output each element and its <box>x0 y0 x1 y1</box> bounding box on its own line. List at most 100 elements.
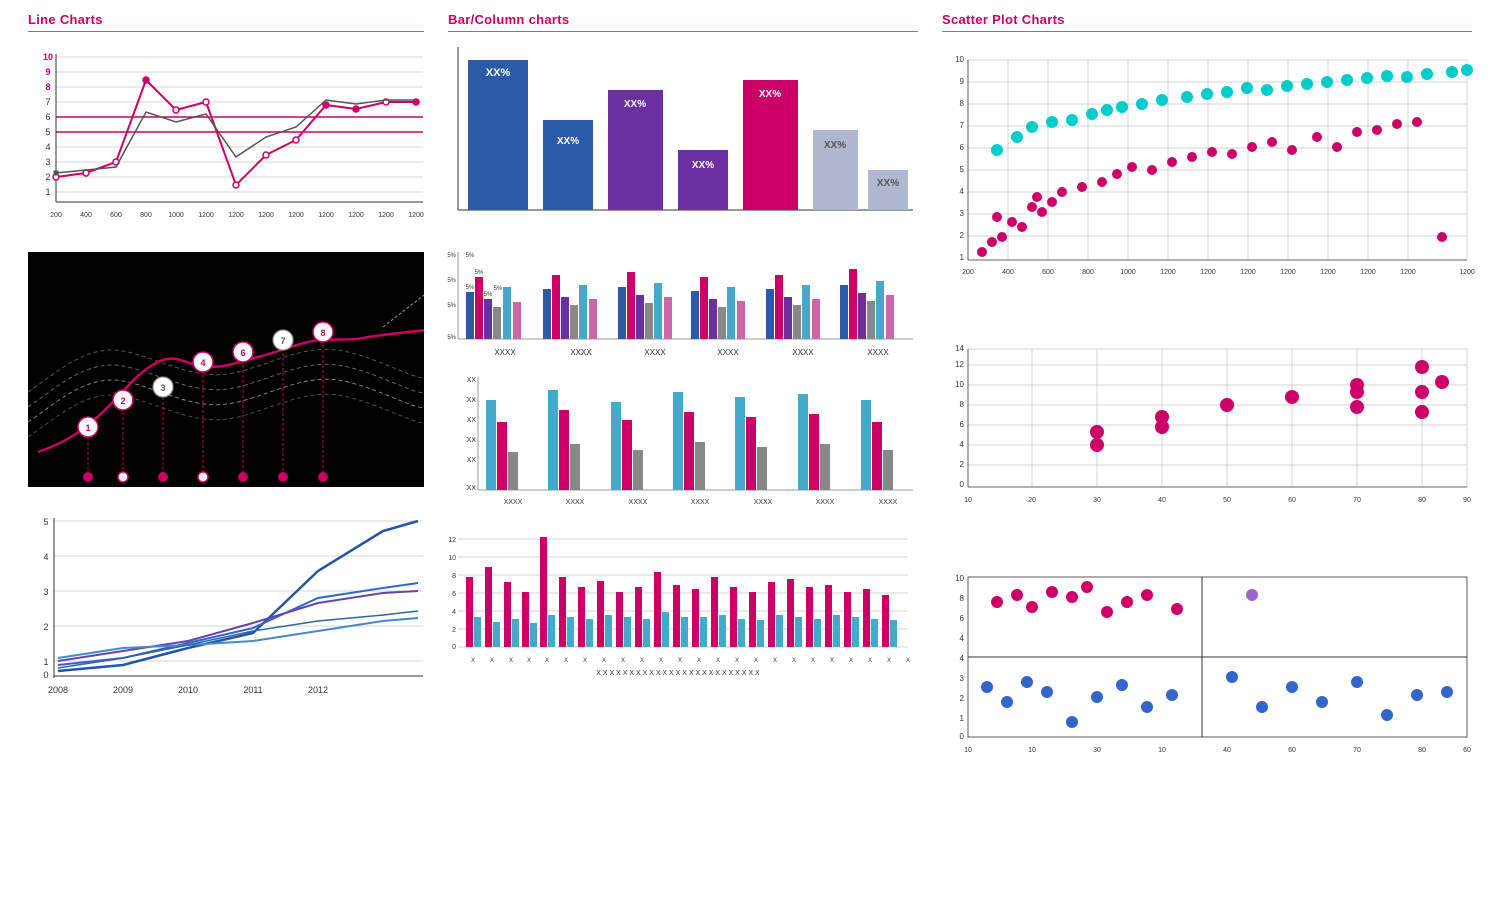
bc4-x2: X <box>490 658 494 664</box>
sp3-pink-9 <box>1141 589 1153 601</box>
sp1-cyan-25 <box>1461 64 1473 76</box>
sp1-cyan-9 <box>1136 98 1148 110</box>
sp2-dot-2 <box>1090 425 1104 439</box>
sp1-pink-12 <box>1077 182 1087 192</box>
sp1-cyan-12 <box>1201 88 1213 100</box>
sp2-x6: 70 <box>1353 497 1361 504</box>
bc4-bar15 <box>597 581 604 647</box>
line-chart-1: 10 9 8 7 6 5 4 3 2 1 <box>28 42 424 242</box>
sp3-x70: 70 <box>1353 747 1361 754</box>
bc2-g6-b5 <box>876 281 884 339</box>
bc4-x18: X <box>792 658 796 664</box>
bc2-g3-b5 <box>654 283 662 339</box>
sp1-x10: 1200 <box>1360 269 1376 276</box>
y-label-6: 6 <box>45 112 50 122</box>
sp1-y7: 7 <box>960 121 965 130</box>
x-label-200: 200 <box>50 212 62 219</box>
sp1-pink-21 <box>1247 142 1257 152</box>
y-label-5: 5 <box>45 127 50 137</box>
x-label-1200e: 1200 <box>318 212 334 219</box>
sp1-cyan-4 <box>1046 116 1058 128</box>
sp2-y8: 8 <box>960 400 965 409</box>
bc4-y2: 2 <box>452 627 456 634</box>
bc2-g1-pct5: 5% <box>466 285 475 291</box>
bc3-g6-b1 <box>798 394 808 490</box>
bar-chart-1: XX% XX% XX% XX% XX% XX% XX% <box>448 42 918 237</box>
sp3-blue-5 <box>1066 716 1078 728</box>
scatter-3-svg: 10 8 6 4 4 3 2 1 0 10 10 30 10 40 60 70 … <box>942 567 1472 767</box>
bc3-y3: XX <box>467 417 477 424</box>
x3-2011: 2011 <box>243 685 262 695</box>
bc2-g5-b2 <box>775 275 783 339</box>
x-label-1000: 1000 <box>168 212 184 219</box>
bc3-g2-b2 <box>559 410 569 490</box>
sp1-pink-19 <box>1207 147 1217 157</box>
sp1-pink-1 <box>977 247 987 257</box>
sp1-pink-6 <box>992 212 1002 222</box>
bc3-g1-b3 <box>508 452 518 490</box>
bar-3-label: XX% <box>624 99 646 110</box>
bc4-bar26 <box>700 617 707 647</box>
bc2-g5-b5 <box>802 285 810 339</box>
sp1-pink-7 <box>1027 202 1037 212</box>
line-charts-title: Line Charts <box>28 12 424 27</box>
sp2-x2: 30 <box>1093 497 1101 504</box>
bc4-bar25 <box>692 589 699 647</box>
bar-2 <box>543 120 593 210</box>
trailing-line <box>383 292 424 327</box>
bc4-bar1 <box>466 577 473 647</box>
sp1-x0: 200 <box>962 269 974 276</box>
bc4-x16: X <box>754 658 758 664</box>
sp3-blue-9 <box>1166 689 1178 701</box>
sp1-cyan-2 <box>1011 131 1023 143</box>
bc2-g3-b1 <box>618 287 626 339</box>
sp1-pink-10 <box>1032 192 1042 202</box>
sp1-cyan-6 <box>1086 108 1098 120</box>
bc2-g6-b1 <box>840 285 848 339</box>
bar-5-label: XX% <box>759 89 781 100</box>
sp1-x6: 1200 <box>1200 269 1216 276</box>
sp3-y4-mid: 4 <box>960 654 965 663</box>
bar-1 <box>468 60 528 210</box>
sp1-cyan-1 <box>991 144 1003 156</box>
sp3-pink-2 <box>1011 589 1023 601</box>
bc2-g5-b4 <box>793 305 801 339</box>
sp3-blue-4 <box>1041 686 1053 698</box>
bc4-bar31 <box>749 592 756 647</box>
bc4-x15: X <box>735 658 739 664</box>
sp3-y2: 2 <box>960 694 965 703</box>
circle-num-7: 8 <box>320 328 325 338</box>
bc4-bar9 <box>540 537 547 647</box>
sp3-y3: 3 <box>960 674 965 683</box>
bar-chart-2-svg: XXXX XXXX XXXX XXXX XXXX XXXX 5% 5% 5% 5… <box>448 247 918 362</box>
bc4-bar24 <box>681 617 688 647</box>
x-label-800: 800 <box>140 212 152 219</box>
bc2-g5-b1 <box>766 289 774 339</box>
bc2-g3-b4 <box>645 303 653 339</box>
bar-4-label: XX% <box>692 160 714 171</box>
sp1-pink-22 <box>1267 137 1277 147</box>
sp1-pink-23 <box>1287 145 1297 155</box>
y-label-4: 4 <box>45 142 50 152</box>
sp1-y2: 2 <box>960 231 965 240</box>
x3-2010: 2010 <box>178 685 198 695</box>
bc4-x17: X <box>773 658 777 664</box>
bar-7 <box>868 170 908 210</box>
bc2-g1-b1 <box>466 292 474 339</box>
bc3-g7-b1 <box>861 400 871 490</box>
bc2-y-mid: 5% <box>447 278 456 284</box>
bc2-g4-b2 <box>700 277 708 339</box>
bar-charts-divider <box>448 31 918 32</box>
sp2-y0: 0 <box>960 480 965 489</box>
bc4-bar30 <box>738 619 745 647</box>
bc4-bar43 <box>863 589 870 647</box>
bar-chart-2: XXXX XXXX XXXX XXXX XXXX XXXX 5% 5% 5% 5… <box>448 247 918 362</box>
y-label-1: 1 <box>45 187 50 197</box>
bc2-g6-b4 <box>867 301 875 339</box>
bc4-y4: 4 <box>452 609 456 616</box>
dot-5 <box>173 107 179 113</box>
line-charts-section: Line Charts 10 9 8 7 6 5 4 3 2 1 <box>16 12 436 888</box>
bc2-g2-b3 <box>561 297 569 339</box>
sp1-y9: 9 <box>960 77 965 86</box>
bar-7-label: XX% <box>877 178 899 189</box>
